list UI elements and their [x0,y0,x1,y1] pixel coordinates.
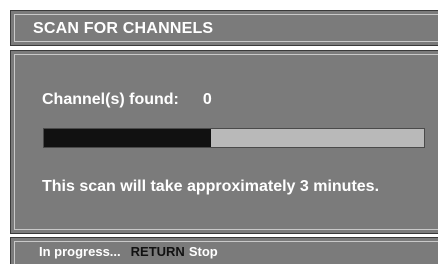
scan-progress-bar [43,128,425,148]
dialog-title-bar: SCAN FOR CHANNELS [10,10,438,46]
scan-progress-fill [44,129,212,147]
dialog-title: SCAN FOR CHANNELS [33,20,214,37]
status-line: In progress... RETURN Stop [39,244,218,259]
scan-duration-note: This scan will take approximately 3 minu… [42,178,380,195]
channels-found-label: Channel(s) found: [42,91,179,108]
channels-found-row: Channel(s) found: 0 [42,91,212,109]
status-state: In progress... [39,244,121,259]
status-bar: In progress... RETURN Stop [10,237,438,264]
scan-panel: Channel(s) found: 0 This scan will take a… [10,50,438,234]
channels-found-count: 0 [202,91,212,108]
stop-action-label: Stop [188,244,218,259]
return-key-hint[interactable]: RETURN [131,244,185,259]
